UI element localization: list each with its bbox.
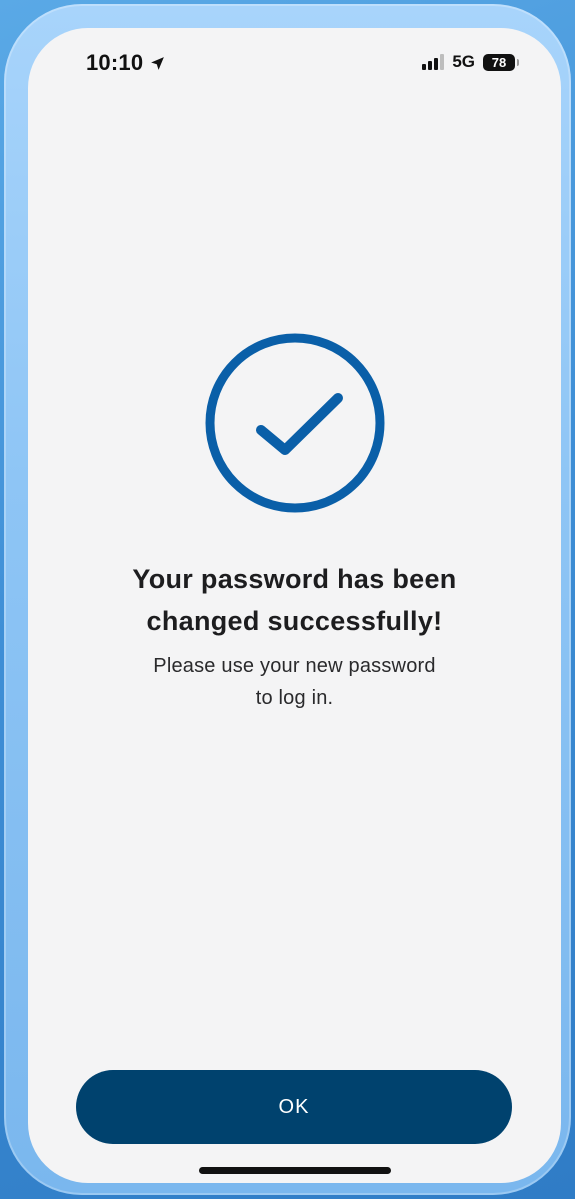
- success-message-line-1: Please use your new password: [153, 655, 436, 677]
- device-frame: 10:10 5G 78 Your password has been chang…: [4, 4, 571, 1195]
- home-indicator[interactable]: [199, 1167, 391, 1174]
- battery-icon: 78: [483, 53, 519, 71]
- success-message: Please use your new password to log in.: [104, 650, 485, 714]
- network-type: 5G: [452, 52, 475, 71]
- success-title-line-2: changed successfully!: [146, 606, 443, 636]
- location-arrow-icon: [151, 56, 165, 70]
- status-time: 10:10: [86, 50, 144, 75]
- screen: 10:10 5G 78 Your password has been chang…: [28, 28, 561, 1183]
- status-bar: 10:10 5G 78: [28, 28, 561, 100]
- ok-button[interactable]: OK: [76, 1070, 512, 1144]
- battery-level: 78: [491, 54, 507, 70]
- success-title: Your password has been changed successfu…: [64, 558, 525, 642]
- status-time-group: 10:10: [86, 50, 166, 76]
- status-indicators: 5G 78: [422, 52, 519, 72]
- success-message-line-2: to log in.: [255, 687, 334, 709]
- success-title-line-1: Your password has been: [132, 564, 457, 594]
- cellular-signal-icon: [422, 54, 445, 70]
- checkmark-circle-icon: [205, 333, 385, 513]
